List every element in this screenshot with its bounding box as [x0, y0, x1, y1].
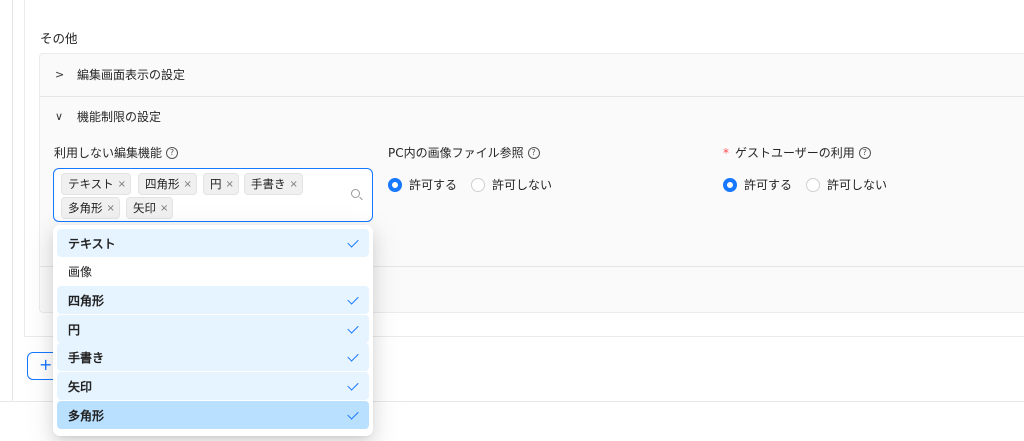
selected-tag: 四角形 × [138, 173, 197, 195]
radio-allow[interactable]: 許可する [723, 176, 792, 193]
tag-label: 矢印 [133, 201, 156, 215]
selected-tag: 多角形 × [61, 197, 120, 219]
radio-checked-icon [388, 177, 402, 192]
help-icon[interactable]: ? [166, 146, 179, 159]
close-icon[interactable]: × [118, 179, 126, 190]
dropdown-option-handwriting[interactable]: 手書き [57, 343, 369, 371]
radio-label: 許可する [409, 178, 458, 192]
pc-image-ref-radio-group: 許可する 許可しない [388, 176, 566, 193]
guest-user-label: * ゲストユーザーの利用 ? [723, 144, 871, 161]
selected-tag: 手書き × [244, 173, 303, 195]
radio-unchecked-icon [471, 177, 486, 192]
field-label-text: 利用しない編集機能 [54, 146, 163, 160]
chevron-right-icon: > [55, 67, 65, 81]
pc-image-ref-label: PC内の画像ファイル参照 ? [388, 144, 540, 161]
guest-user-radio-group: 許可する 許可しない [723, 176, 901, 193]
dropdown-option-text[interactable]: テキスト [57, 229, 369, 257]
dropdown-option-arrow[interactable]: 矢印 [57, 372, 369, 400]
radio-unchecked-icon [806, 177, 821, 192]
tag-label: 円 [210, 177, 222, 191]
dropdown-option-rectangle[interactable]: 四角形 [57, 286, 369, 314]
unused-features-label: 利用しない編集機能 ? [54, 144, 179, 161]
close-icon[interactable]: × [184, 179, 192, 190]
check-icon [347, 379, 359, 391]
option-label: 円 [68, 322, 81, 337]
unused-features-select[interactable]: テキスト × 四角形 × 円 × 手書き × 多角形 × 矢印 × [53, 168, 373, 222]
field-label-text: ゲストユーザーの利用 [735, 146, 855, 160]
radio-checked-icon [723, 177, 737, 192]
tag-label: テキスト [68, 177, 114, 191]
dropdown-option-image[interactable]: 画像 [57, 257, 369, 285]
radio-deny[interactable]: 許可しない [806, 176, 887, 193]
check-icon [347, 350, 359, 362]
option-label: 多角形 [68, 408, 105, 423]
check-icon [347, 408, 359, 420]
option-label: 画像 [68, 264, 93, 279]
radio-allow[interactable]: 許可する [388, 176, 457, 193]
check-icon [347, 322, 359, 334]
panel-title: 編集画面表示の設定 [77, 67, 186, 82]
chevron-down-icon: ∨ [55, 110, 64, 123]
panel-header-feature-restrictions[interactable]: ∨ 機能制限の設定 [40, 96, 1024, 136]
selected-tag: テキスト × [61, 173, 132, 195]
features-dropdown: テキスト 画像 四角形 円 手書き 矢印 多角形 [53, 225, 373, 436]
option-label: 手書き [68, 350, 105, 365]
left-divider [12, 0, 13, 401]
dropdown-option-circle[interactable]: 円 [57, 315, 369, 343]
field-label-text: PC内の画像ファイル参照 [388, 146, 524, 160]
option-label: 矢印 [68, 379, 93, 394]
panel-title: 機能制限の設定 [77, 110, 162, 124]
tag-label: 四角形 [145, 177, 180, 191]
selected-tag: 矢印 × [126, 197, 174, 219]
dropdown-option-polygon[interactable]: 多角形 [57, 401, 369, 429]
radio-deny[interactable]: 許可しない [471, 176, 552, 193]
help-icon[interactable]: ? [858, 146, 871, 159]
close-icon[interactable]: × [160, 203, 168, 214]
tag-label: 手書き [251, 177, 286, 191]
help-icon[interactable]: ? [527, 146, 540, 159]
selected-tag: 円 × [203, 173, 239, 195]
required-mark: * [723, 145, 729, 160]
radio-label: 許可する [744, 178, 793, 192]
card-border-left [24, 0, 25, 336]
panel-header-display-settings[interactable]: > 編集画面表示の設定 [40, 54, 1024, 94]
search-icon [351, 189, 360, 198]
close-icon[interactable]: × [290, 179, 298, 190]
radio-label: 許可しない [827, 178, 888, 192]
section-title: その他 [40, 31, 78, 46]
check-icon [347, 293, 359, 305]
check-icon [347, 236, 359, 248]
option-label: テキスト [68, 236, 116, 251]
tag-label: 多角形 [68, 201, 103, 215]
close-icon[interactable]: × [107, 203, 115, 214]
option-label: 四角形 [68, 293, 105, 308]
radio-label: 許可しない [492, 178, 553, 192]
close-icon[interactable]: × [226, 179, 234, 190]
